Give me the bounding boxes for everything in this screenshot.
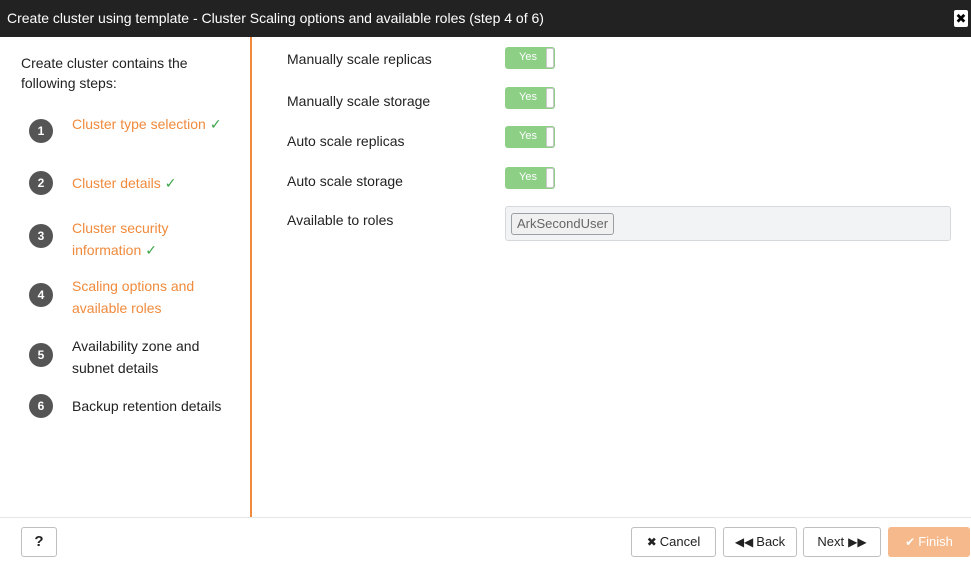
check-icon: ✓	[164, 175, 177, 191]
step-6: 6 Backup retention details	[29, 394, 244, 438]
close-icon: ✖	[646, 535, 657, 549]
toggle-knob	[546, 48, 554, 68]
cancel-label: Cancel	[659, 534, 701, 549]
step-label: Scaling options and available roles	[72, 278, 195, 316]
finish-label: Finish	[918, 534, 953, 549]
step-label: Availability zone and subnet details	[72, 338, 200, 376]
step-label: Cluster security information ✓	[72, 220, 169, 258]
check-icon: ✓	[145, 242, 157, 258]
step-3: 3 Cluster security information ✓	[29, 217, 244, 261]
auto-scale-replicas-label: Auto scale replicas	[287, 133, 405, 149]
cancel-button[interactable]: ✖ Cancel	[631, 527, 716, 557]
steps-sidebar: Create cluster contains the following st…	[8, 37, 252, 517]
check-icon: ✓	[209, 116, 222, 132]
step-5: 5 Availability zone and subnet details	[29, 335, 244, 379]
toggle-knob	[546, 127, 554, 147]
step-label: Backup retention details	[72, 398, 222, 414]
step-number: 2	[29, 171, 53, 195]
toggle-knob	[546, 88, 554, 108]
manual-scale-storage-toggle[interactable]: Yes	[505, 87, 555, 109]
step-4: 4 Scaling options and available roles	[29, 275, 244, 319]
close-icon[interactable]: ✖	[954, 10, 968, 27]
help-button[interactable]: ?	[21, 527, 57, 557]
back-button[interactable]: ◀◀ Back	[723, 527, 797, 557]
step-number: 4	[29, 283, 53, 307]
steps-intro: Create cluster contains the following st…	[21, 55, 188, 91]
form-panel: Manually scale replicas Yes Manually sca…	[254, 37, 971, 517]
next-label: Next	[817, 534, 845, 549]
step-number: 6	[29, 394, 53, 418]
finish-button[interactable]: ✔ Finish	[888, 527, 970, 557]
auto-scale-replicas-toggle[interactable]: Yes	[505, 126, 555, 148]
double-chevron-left-icon: ◀◀	[734, 535, 754, 549]
available-roles-select[interactable]: ArkSecondUser	[505, 206, 951, 241]
available-roles-label: Available to roles	[287, 212, 394, 228]
dialog-footer: ? ✖ Cancel ◀◀ Back Next ▶▶ ✔ Finish	[0, 517, 971, 565]
step-label: Cluster details ✓	[72, 175, 177, 191]
auto-scale-storage-toggle[interactable]: Yes	[505, 167, 555, 189]
manual-scale-replicas-label: Manually scale replicas	[287, 51, 432, 67]
manual-scale-replicas-toggle[interactable]: Yes	[505, 47, 555, 69]
manual-scale-storage-label: Manually scale storage	[287, 93, 431, 109]
step-1: 1 Cluster type selection ✓	[29, 113, 244, 157]
next-button[interactable]: Next ▶▶	[803, 527, 881, 557]
dialog-title: Create cluster using template - Cluster …	[7, 10, 544, 26]
auto-scale-storage-label: Auto scale storage	[287, 173, 403, 189]
role-chip[interactable]: ArkSecondUser	[511, 213, 615, 235]
double-chevron-right-icon: ▶▶	[848, 535, 867, 549]
toggle-knob	[546, 168, 554, 188]
check-icon: ✔	[905, 535, 916, 549]
toggle-yes-text: Yes	[519, 171, 537, 183]
step-label: Cluster type selection ✓	[72, 116, 222, 132]
back-label: Back	[756, 534, 786, 549]
step-number: 5	[29, 343, 53, 367]
dialog-titlebar: Create cluster using template - Cluster …	[0, 0, 971, 37]
step-number: 3	[29, 224, 53, 248]
step-2: 2 Cluster details ✓	[29, 171, 244, 215]
toggle-yes-text: Yes	[519, 91, 537, 103]
toggle-yes-text: Yes	[519, 130, 537, 142]
toggle-yes-text: Yes	[519, 51, 537, 63]
step-number: 1	[29, 119, 53, 143]
